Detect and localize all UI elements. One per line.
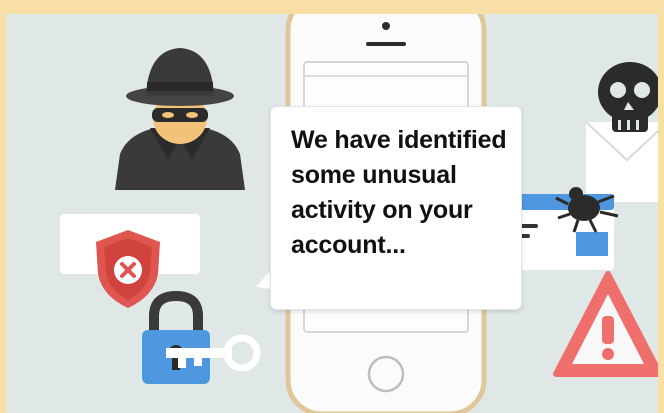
key-icon — [166, 334, 261, 372]
illustration-scene: We have identified some unusual activity… — [6, 14, 658, 413]
hacker-icon — [115, 48, 245, 190]
message-text: We have identified some unusual activity… — [291, 126, 507, 259]
message-bubble: We have identified some unusual activity… — [270, 106, 522, 310]
warning-icon — [553, 271, 658, 377]
bug-window-icon — [506, 187, 619, 270]
